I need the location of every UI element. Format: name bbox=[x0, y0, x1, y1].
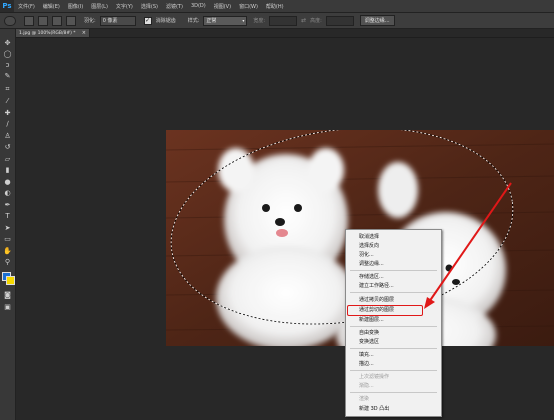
context-menu: 取消选择 选择反向 羽化... 调整边缘... 存储选区... 建立工作路径..… bbox=[345, 229, 442, 417]
style-select-value: 正常 bbox=[206, 18, 217, 24]
add-selection-icon[interactable] bbox=[38, 15, 48, 26]
width-label: 宽度: bbox=[253, 18, 266, 24]
menu-layer[interactable]: 图层(L) bbox=[87, 3, 112, 10]
swap-icon[interactable]: ⇄ bbox=[301, 17, 306, 24]
dog-right-eye bbox=[445, 264, 453, 272]
style-label: 样式: bbox=[187, 18, 200, 24]
shape-icon[interactable]: ▭ bbox=[3, 235, 12, 244]
chevron-down-icon: ▾ bbox=[242, 18, 245, 23]
lasso-icon[interactable]: ↄ bbox=[3, 61, 12, 70]
dodge-icon[interactable]: ◐ bbox=[3, 189, 12, 198]
antialias-label: 消除锯齿 bbox=[155, 18, 176, 24]
menu-edit[interactable]: 编辑(E) bbox=[39, 3, 64, 10]
menu-view[interactable]: 视图(V) bbox=[210, 3, 235, 10]
cm-save-selection[interactable]: 存储选区... bbox=[359, 273, 384, 280]
move-icon[interactable]: ✥ bbox=[3, 39, 12, 48]
blur-icon[interactable]: ● bbox=[3, 178, 12, 187]
cm-separator bbox=[350, 370, 437, 371]
path-select-icon[interactable]: ➤ bbox=[3, 224, 12, 233]
menu-filter[interactable]: 滤镜(T) bbox=[162, 3, 187, 10]
dog-left-nose bbox=[275, 218, 285, 226]
options-bar: 羽化: 0 像素 ✓ 消除锯齿 样式: 正常 ▾ 宽度: ⇄ 高度: 调整边缘.… bbox=[0, 13, 554, 29]
clone-stamp-icon[interactable]: ♙ bbox=[3, 132, 12, 141]
cm-feather[interactable]: 羽化... bbox=[359, 251, 374, 258]
cm-free-transform[interactable]: 自由变换 bbox=[359, 329, 379, 336]
menu-help[interactable]: 帮助(H) bbox=[262, 3, 288, 10]
document-tab[interactable]: 1.jpg @ 100%(RGB/8#) * × bbox=[16, 29, 90, 37]
cm-fade[interactable]: 渐隐... bbox=[359, 382, 374, 389]
type-icon[interactable]: T bbox=[3, 212, 12, 221]
cm-separator bbox=[350, 326, 437, 327]
toolbox: ✥ ◯ ↄ ✎ ⌗ ⁄ ✚ ∕ ♙ ↺ ▱ ▮ ● ◐ ✒ T ➤ ▭ ✋ ⚲ … bbox=[0, 29, 16, 420]
intersect-selection-icon[interactable] bbox=[66, 15, 76, 26]
subtract-selection-icon[interactable] bbox=[52, 15, 62, 26]
hand-icon[interactable]: ✋ bbox=[3, 247, 12, 256]
dog-left bbox=[216, 148, 356, 346]
cm-new-3d-extrusion[interactable]: 新建 3D 凸出 bbox=[359, 405, 389, 412]
feather-label: 羽化: bbox=[84, 18, 96, 24]
menu-type[interactable]: 文字(Y) bbox=[112, 3, 137, 10]
cm-separator bbox=[350, 348, 437, 349]
gradient-icon[interactable]: ▮ bbox=[3, 166, 12, 175]
style-select[interactable]: 正常 ▾ bbox=[203, 15, 248, 26]
healing-brush-icon[interactable]: ✚ bbox=[3, 109, 12, 118]
history-brush-icon[interactable]: ↺ bbox=[3, 143, 12, 152]
cm-layer-via-copy[interactable]: 通过拷贝的图层 bbox=[359, 296, 394, 303]
refine-edge-button[interactable]: 调整边缘... bbox=[359, 15, 395, 26]
height-label: 高度: bbox=[310, 18, 322, 24]
cm-make-work-path[interactable]: 建立工作路径... bbox=[359, 282, 394, 289]
brush-icon[interactable]: ∕ bbox=[3, 120, 12, 129]
height-input[interactable] bbox=[325, 15, 354, 26]
cm-new-layer[interactable]: 新建图层... bbox=[359, 316, 384, 323]
quick-select-icon[interactable]: ✎ bbox=[3, 72, 12, 81]
cm-separator bbox=[350, 392, 437, 393]
dog-left-tongue bbox=[276, 229, 288, 237]
document-tab-title: 1.jpg @ 100%(RGB/8#) * bbox=[19, 30, 76, 36]
width-input[interactable] bbox=[269, 15, 298, 26]
antialias-checkbox[interactable]: ✓ bbox=[143, 16, 152, 25]
photoshop-logo: Ps bbox=[0, 0, 14, 12]
cm-separator bbox=[350, 270, 437, 271]
menu-3d[interactable]: 3D(D) bbox=[187, 3, 210, 9]
tool-preset-icon[interactable] bbox=[4, 15, 16, 26]
cm-select-inverse[interactable]: 选择反向 bbox=[359, 242, 379, 249]
close-icon[interactable]: × bbox=[82, 30, 86, 36]
cm-deselect[interactable]: 取消选择 bbox=[359, 233, 379, 240]
menu-bar: Ps 文件(F) 编辑(E) 图像(I) 图层(L) 文字(Y) 选择(S) 滤… bbox=[0, 0, 554, 13]
cm-render[interactable]: 渲染 bbox=[359, 395, 369, 402]
cm-separator bbox=[350, 292, 437, 293]
quick-mask-icon[interactable]: ◙ bbox=[3, 291, 12, 300]
eyedropper-icon[interactable]: ⁄ bbox=[3, 97, 12, 106]
new-selection-icon[interactable] bbox=[24, 15, 34, 26]
marquee-icon[interactable]: ◯ bbox=[3, 50, 12, 59]
menu-window[interactable]: 窗口(W) bbox=[235, 3, 262, 10]
dog-left-eye-left bbox=[262, 204, 270, 212]
cm-last-filter[interactable]: 上次滤镜操作 bbox=[359, 373, 389, 380]
dog-left-eye-right bbox=[294, 204, 302, 212]
highlight-box bbox=[347, 305, 423, 316]
background-color-icon[interactable] bbox=[6, 276, 15, 285]
dog-right-nose bbox=[452, 279, 460, 285]
feather-input[interactable]: 0 像素 bbox=[99, 15, 136, 26]
cm-transform-selection[interactable]: 变换选区 bbox=[359, 338, 379, 345]
menu-file[interactable]: 文件(F) bbox=[14, 3, 39, 10]
cm-fill[interactable]: 填充... bbox=[359, 351, 374, 358]
menu-select[interactable]: 选择(S) bbox=[137, 3, 162, 10]
zoom-icon[interactable]: ⚲ bbox=[3, 258, 12, 267]
document-divider bbox=[16, 37, 554, 38]
screen-mode-icon[interactable]: ▣ bbox=[3, 303, 12, 312]
cm-refine-edge[interactable]: 调整边缘... bbox=[359, 260, 384, 267]
crop-icon[interactable]: ⌗ bbox=[3, 85, 12, 94]
pen-icon[interactable]: ✒ bbox=[3, 201, 12, 210]
menu-image[interactable]: 图像(I) bbox=[64, 3, 87, 10]
cm-stroke[interactable]: 描边... bbox=[359, 360, 374, 367]
eraser-icon[interactable]: ▱ bbox=[3, 155, 12, 164]
